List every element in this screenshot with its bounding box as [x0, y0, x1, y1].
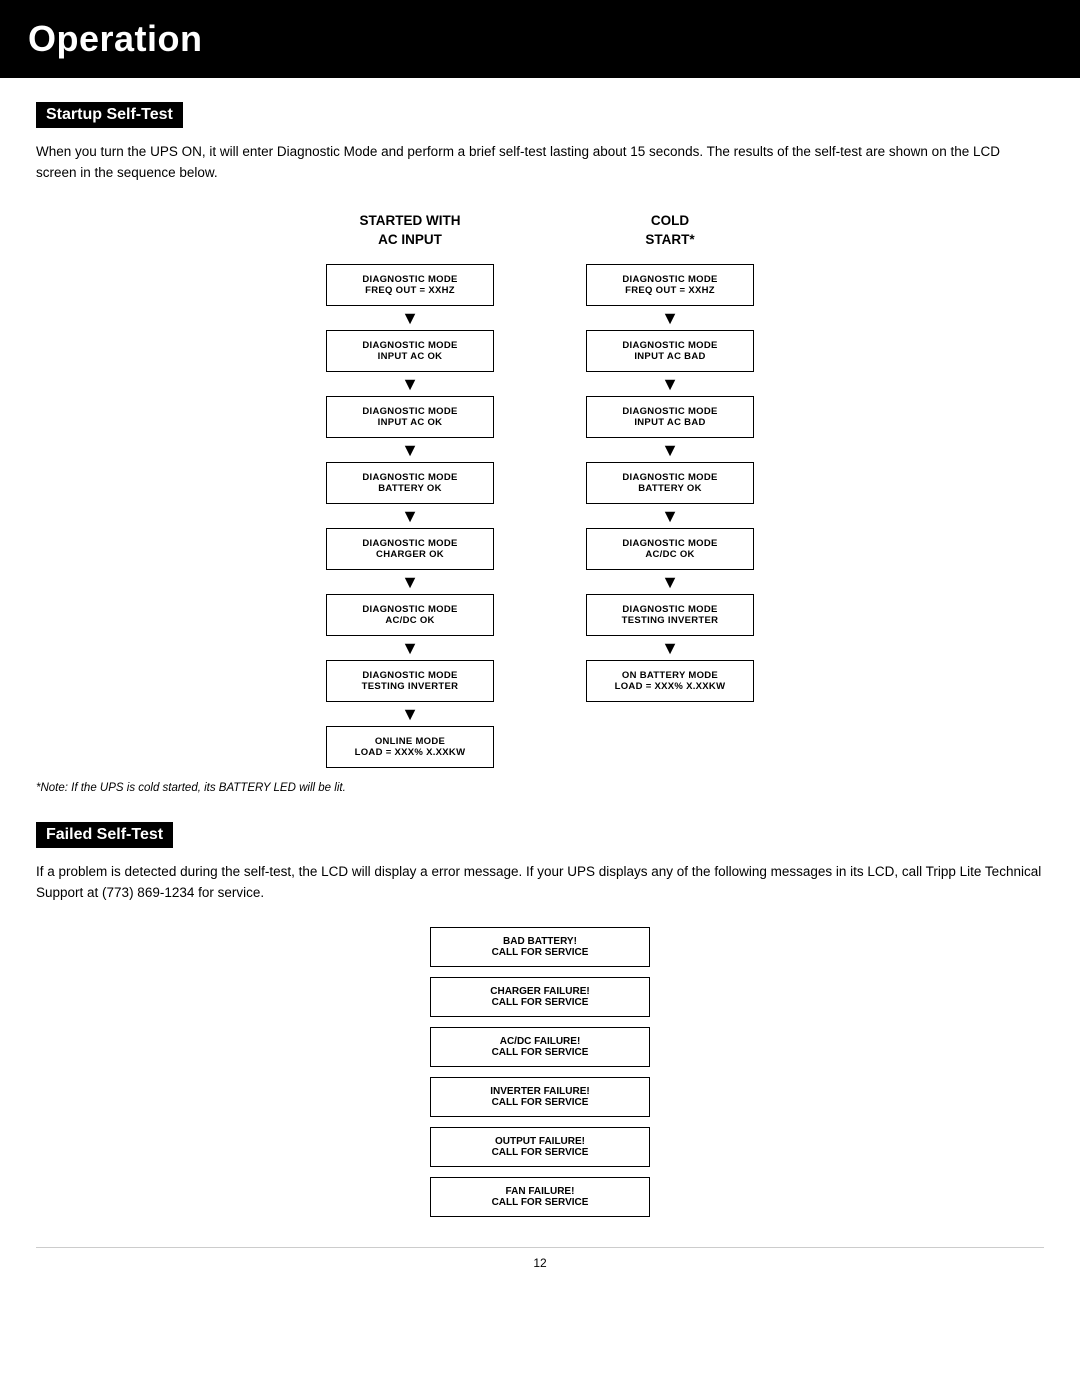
flow-box: Diagnostic Mode Input AC OK	[326, 330, 494, 372]
flow-diagram: Started With AC Input Diagnostic Mode Fr…	[36, 212, 1044, 768]
page-header: Operation	[0, 0, 1080, 78]
cold-start-note: *Note: If the UPS is cold started, its B…	[36, 782, 1044, 794]
column-header-cold: Cold Start*	[645, 212, 694, 250]
flow-box: Diagnostic Mode AC/DC OK	[586, 528, 754, 570]
arrow-icon: ▼	[661, 375, 679, 393]
flow-box: Diagnostic Mode AC/DC OK	[326, 594, 494, 636]
flow-box: Diagnostic Mode Input AC Bad	[586, 396, 754, 438]
error-box-inverter-failure: Inverter Failure! Call For Service	[430, 1077, 650, 1117]
error-box-output-failure: Output Failure! Call For Service	[430, 1127, 650, 1167]
startup-title: Startup Self-Test	[36, 102, 183, 128]
flow-box: On Battery Mode Load = XXX% X.XXKW	[586, 660, 754, 702]
arrow-icon: ▼	[661, 507, 679, 525]
error-box-bad-battery: Bad Battery! Call For Service	[430, 927, 650, 967]
flow-box: Diagnostic Mode Freq Out = XXHz	[586, 264, 754, 306]
flow-box: Diagnostic Mode Input AC OK	[326, 396, 494, 438]
flow-box: Diagnostic Mode Testing Inverter	[326, 660, 494, 702]
error-box-charger-failure: Charger Failure! Call For Service	[430, 977, 650, 1017]
arrow-icon: ▼	[401, 441, 419, 459]
arrow-icon: ▼	[661, 441, 679, 459]
column-header-ac: Started With AC Input	[360, 212, 461, 250]
error-box-acdc-failure: AC/DC Failure! Call For Service	[430, 1027, 650, 1067]
arrow-icon: ▼	[401, 573, 419, 591]
startup-section: Startup Self-Test When you turn the UPS …	[36, 102, 1044, 794]
flow-box: Diagnostic Mode Battery OK	[326, 462, 494, 504]
flow-box: Diagnostic Mode Testing Inverter	[586, 594, 754, 636]
failed-title: Failed Self-Test	[36, 822, 173, 848]
arrow-icon: ▼	[401, 705, 419, 723]
page-title: Operation	[28, 18, 1052, 60]
arrow-icon: ▼	[401, 507, 419, 525]
flow-box: Diagnostic Mode Freq Out = XXHz	[326, 264, 494, 306]
error-box-fan-failure: Fan Failure! Call For Service	[430, 1177, 650, 1217]
arrow-icon: ▼	[661, 309, 679, 327]
arrow-icon: ▼	[661, 639, 679, 657]
arrow-icon: ▼	[661, 573, 679, 591]
error-boxes-container: Bad Battery! Call For Service Charger Fa…	[36, 927, 1044, 1217]
column-cold-start: Cold Start* Diagnostic Mode Freq Out = X…	[570, 212, 770, 768]
flow-box: Online Mode Load = XXX% X.XXKW	[326, 726, 494, 768]
column-ac-input: Started With AC Input Diagnostic Mode Fr…	[310, 212, 510, 768]
page-number: 12	[36, 1247, 1044, 1270]
arrow-icon: ▼	[401, 309, 419, 327]
arrow-icon: ▼	[401, 639, 419, 657]
failed-section: Failed Self-Test If a problem is detecte…	[36, 822, 1044, 1218]
flow-box: Diagnostic Mode Charger OK	[326, 528, 494, 570]
failed-intro: If a problem is detected during the self…	[36, 862, 1044, 904]
flow-box: Diagnostic Mode Battery OK	[586, 462, 754, 504]
arrow-icon: ▼	[401, 375, 419, 393]
startup-intro: When you turn the UPS ON, it will enter …	[36, 142, 1044, 184]
flow-box: Diagnostic Mode Input AC Bad	[586, 330, 754, 372]
